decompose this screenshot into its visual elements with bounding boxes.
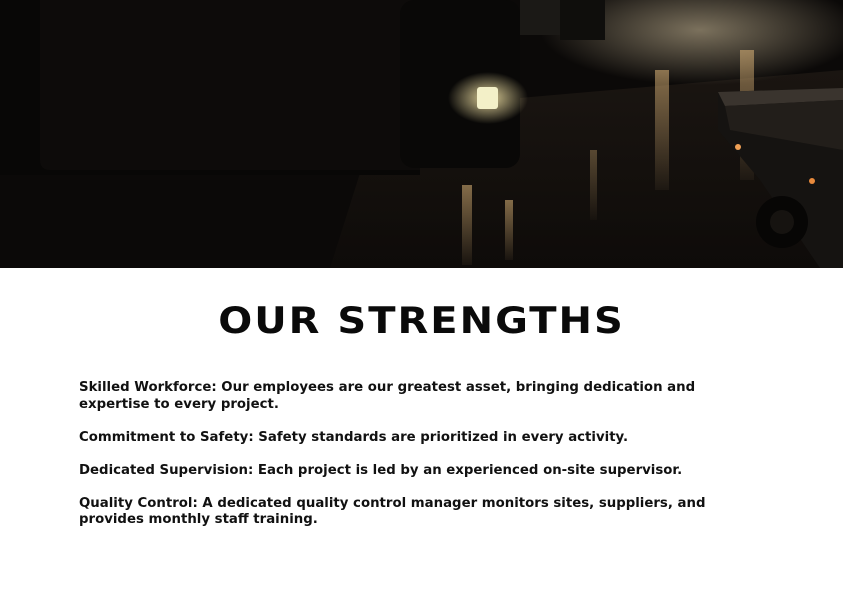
strength-item-quality-control: Quality Control: A dedicated quality con… [79, 495, 706, 528]
hero-photo [0, 0, 843, 268]
page-title: OUR STRENGTHS [218, 299, 625, 343]
night-truck-scene-image [0, 0, 843, 268]
strength-item-skilled-workforce: Skilled Workforce: Our employees are our… [79, 380, 696, 412]
strengths-list: Skilled Workforce: Our employees are our… [79, 380, 769, 545]
strength-item-dedicated-supervision: Dedicated Supervision: Each project is l… [79, 462, 683, 478]
strength-item-commitment-to-safety: Commitment to Safety: Safety standards a… [79, 429, 629, 445]
